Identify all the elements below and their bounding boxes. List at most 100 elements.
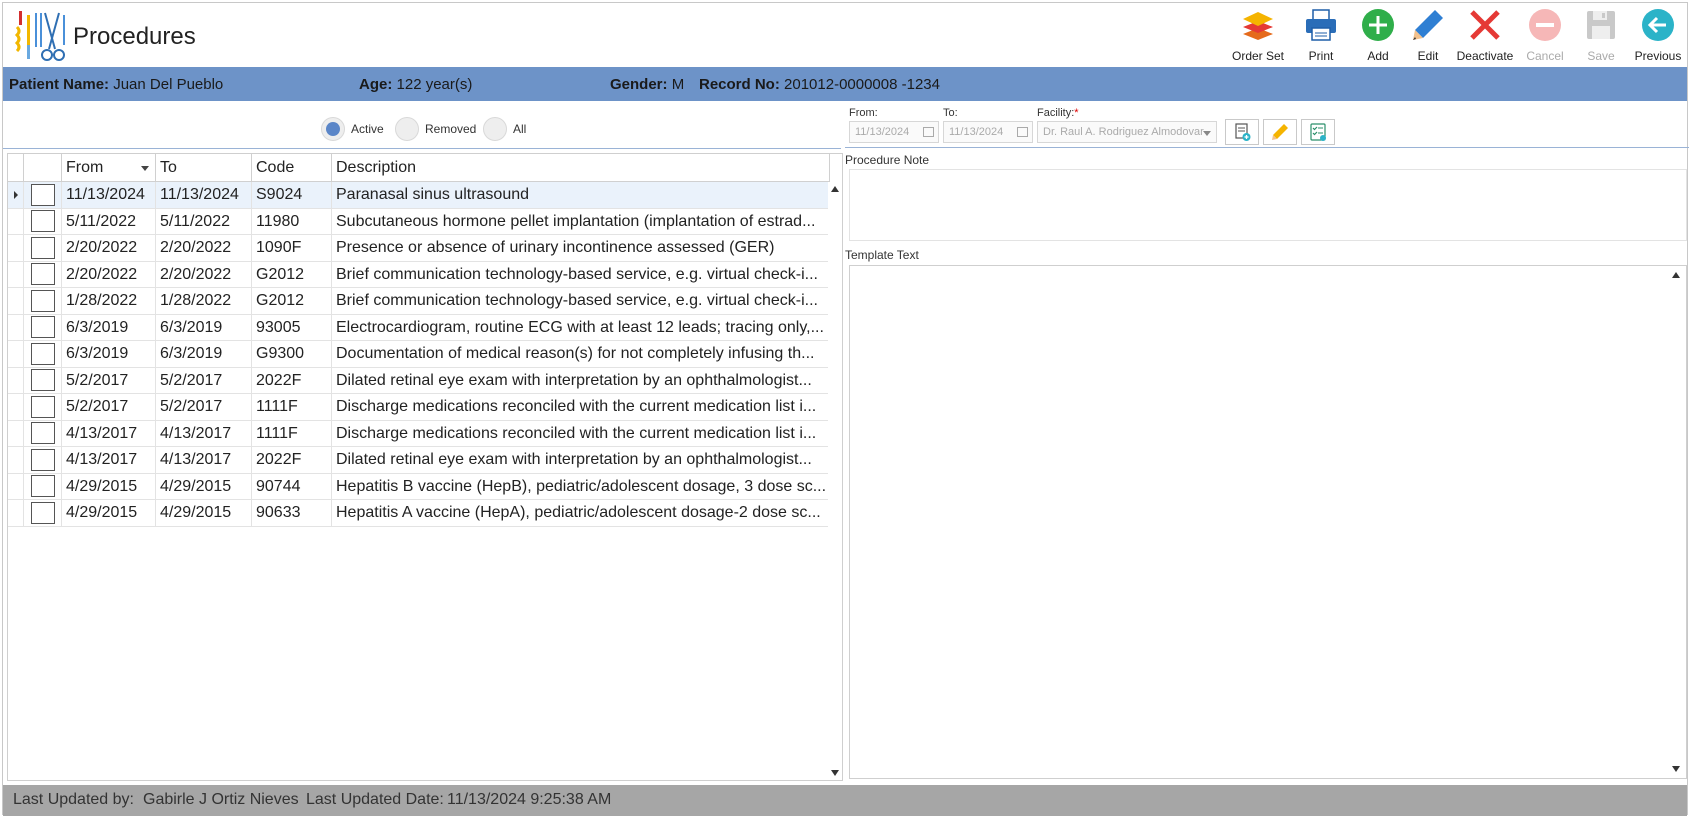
from-date-field[interactable]: 11/13/2024 (849, 121, 939, 143)
table-row[interactable]: 5/2/2017 5/2/2017 2022F Dilated retinal eye… (8, 367, 830, 394)
row-select-cell (24, 367, 62, 393)
deactivate-button[interactable]: Deactivate (1453, 7, 1517, 67)
template-text-field[interactable] (849, 265, 1687, 779)
print-button[interactable]: Print (1289, 7, 1353, 67)
row-checkbox[interactable] (30, 448, 55, 471)
row-indicator (8, 314, 24, 340)
table-row[interactable]: 2/20/2022 2/20/2022 1090F Presence or absen… (8, 235, 830, 262)
cell-code: G9300 (252, 341, 332, 367)
table-row[interactable]: 4/13/2017 4/13/2017 1111F Discharge medicat… (8, 420, 830, 447)
table-row[interactable]: 1/28/2022 1/28/2022 G2012 Brief communicati… (8, 288, 830, 315)
row-checkbox[interactable] (30, 342, 55, 365)
row-select-cell (24, 473, 62, 499)
save-button[interactable]: Save (1573, 7, 1629, 67)
row-checkbox[interactable] (30, 475, 55, 498)
chevron-down-icon (1203, 131, 1211, 136)
cell-code: 1090F (252, 235, 332, 261)
row-select-cell (24, 182, 62, 208)
row-checkbox[interactable] (30, 210, 55, 233)
radio-removed[interactable]: Removed (395, 117, 476, 141)
divider (845, 147, 1689, 148)
to-date-value: 11/13/2024 (949, 126, 1004, 138)
patient-record-value: 201012-0000008 -1234 (784, 76, 940, 93)
to-date-field[interactable]: 11/13/2024 (943, 121, 1033, 143)
row-checkbox[interactable] (30, 422, 55, 445)
status-footer: Last Updated by: Gabirle J Ortiz Nieves … (3, 785, 1687, 816)
last-updated-date-label: Last Updated Date: (306, 791, 444, 808)
column-description-label: Description (336, 159, 417, 176)
edit-button[interactable]: Edit (1403, 7, 1453, 67)
table-row[interactable]: 4/13/2017 4/13/2017 2022F Dilated retinal e… (8, 447, 830, 474)
add-note-button[interactable] (1225, 119, 1259, 145)
cell-from: 4/13/2017 (62, 447, 156, 473)
column-header-description[interactable]: Description (332, 154, 830, 182)
grid-scrollbar[interactable] (828, 182, 842, 780)
row-checkbox[interactable] (30, 316, 55, 339)
row-checkbox[interactable] (30, 263, 55, 286)
cell-to: 4/13/2017 (156, 447, 252, 473)
add-button[interactable]: Add (1353, 7, 1403, 67)
checklist-button[interactable] (1301, 119, 1335, 145)
column-header-to[interactable]: To (156, 154, 252, 182)
cell-from: 6/3/2019 (62, 341, 156, 367)
row-checkbox[interactable] (30, 289, 55, 312)
table-row[interactable]: 4/29/2015 4/29/2015 90744 Hepatitis B vacci… (8, 473, 830, 500)
scroll-up-icon[interactable] (831, 186, 839, 192)
radio-active-circle (321, 117, 345, 141)
procedure-detail-pane: From: 11/13/2024 To: 11/13/2024 Facility… (845, 101, 1689, 781)
row-checkbox[interactable] (30, 236, 55, 259)
row-select-cell (24, 420, 62, 446)
row-checkbox[interactable] (30, 395, 55, 418)
cell-to: 6/3/2019 (156, 314, 252, 340)
cell-code: 2022F (252, 447, 332, 473)
table-row[interactable]: 5/11/2022 5/11/2022 11980 Subcutaneous horm… (8, 208, 830, 235)
scroll-down-icon[interactable] (831, 770, 839, 776)
cell-description: Hepatitis A vaccine (HepA), pediatric/ad… (332, 500, 830, 526)
cell-description: Documentation of medical reason(s) for n… (332, 341, 830, 367)
cell-from: 1/28/2022 (62, 288, 156, 314)
cell-description: Dilated retinal eye exam with interpreta… (332, 447, 830, 473)
table-row[interactable]: 11/13/2024 11/13/2024 S9024 Paranasal sinus… (8, 182, 830, 209)
row-indicator (8, 288, 24, 314)
select-column-header (24, 154, 62, 182)
column-header-from[interactable]: From (62, 154, 156, 182)
previous-button[interactable]: Previous (1629, 7, 1687, 67)
cell-description: Discharge medications reconciled with th… (332, 420, 830, 446)
table-row[interactable]: 5/2/2017 5/2/2017 1111F Discharge medicatio… (8, 394, 830, 421)
cell-from: 2/20/2022 (62, 235, 156, 261)
column-from-label: From (66, 159, 104, 176)
scroll-down-icon[interactable] (1672, 766, 1680, 772)
cell-code: S9024 (252, 182, 332, 208)
surgical-instruments-icon (13, 9, 69, 65)
edit-note-button[interactable] (1263, 119, 1297, 145)
procedure-note-label: Procedure Note (845, 153, 930, 167)
row-checkbox[interactable] (30, 501, 55, 524)
facility-select[interactable]: Dr. Raul A. Rodriguez Almodovar (1037, 121, 1217, 143)
radio-all[interactable]: All (483, 117, 526, 141)
radio-active[interactable]: Active (321, 117, 384, 141)
patient-name-label: Patient Name: (9, 76, 110, 93)
radio-active-label: Active (351, 122, 384, 136)
row-indicator-header (8, 154, 24, 182)
calendar-icon[interactable] (1017, 127, 1028, 137)
scroll-up-icon[interactable] (1672, 272, 1680, 278)
table-row[interactable]: 6/3/2019 6/3/2019 93005 Electrocardiogram, … (8, 314, 830, 341)
cell-to: 5/2/2017 (156, 394, 252, 420)
add-label: Add (1367, 49, 1389, 63)
arrow-left-circle-icon (1640, 7, 1676, 43)
row-checkbox[interactable] (30, 369, 55, 392)
row-checkbox[interactable] (30, 183, 55, 206)
sort-descending-icon (141, 166, 149, 171)
procedure-note-field[interactable] (849, 169, 1687, 241)
cell-from: 5/11/2022 (62, 208, 156, 234)
order-set-button[interactable]: Order Set (1227, 7, 1289, 67)
table-row[interactable]: 4/29/2015 4/29/2015 90633 Hepatitis A vacci… (8, 500, 830, 527)
table-row[interactable]: 2/20/2022 2/20/2022 G2012 Brief communicati… (8, 261, 830, 288)
calendar-icon[interactable] (923, 127, 934, 137)
table-row[interactable]: 6/3/2019 6/3/2019 G9300 Documentation of me… (8, 341, 830, 368)
column-header-code[interactable]: Code (252, 154, 332, 182)
patient-age-value: 122 year(s) (396, 76, 473, 93)
pencil-icon (1410, 7, 1446, 43)
cell-description: Electrocardiogram, routine ECG with at l… (332, 314, 830, 340)
cancel-button[interactable]: Cancel (1517, 7, 1573, 67)
